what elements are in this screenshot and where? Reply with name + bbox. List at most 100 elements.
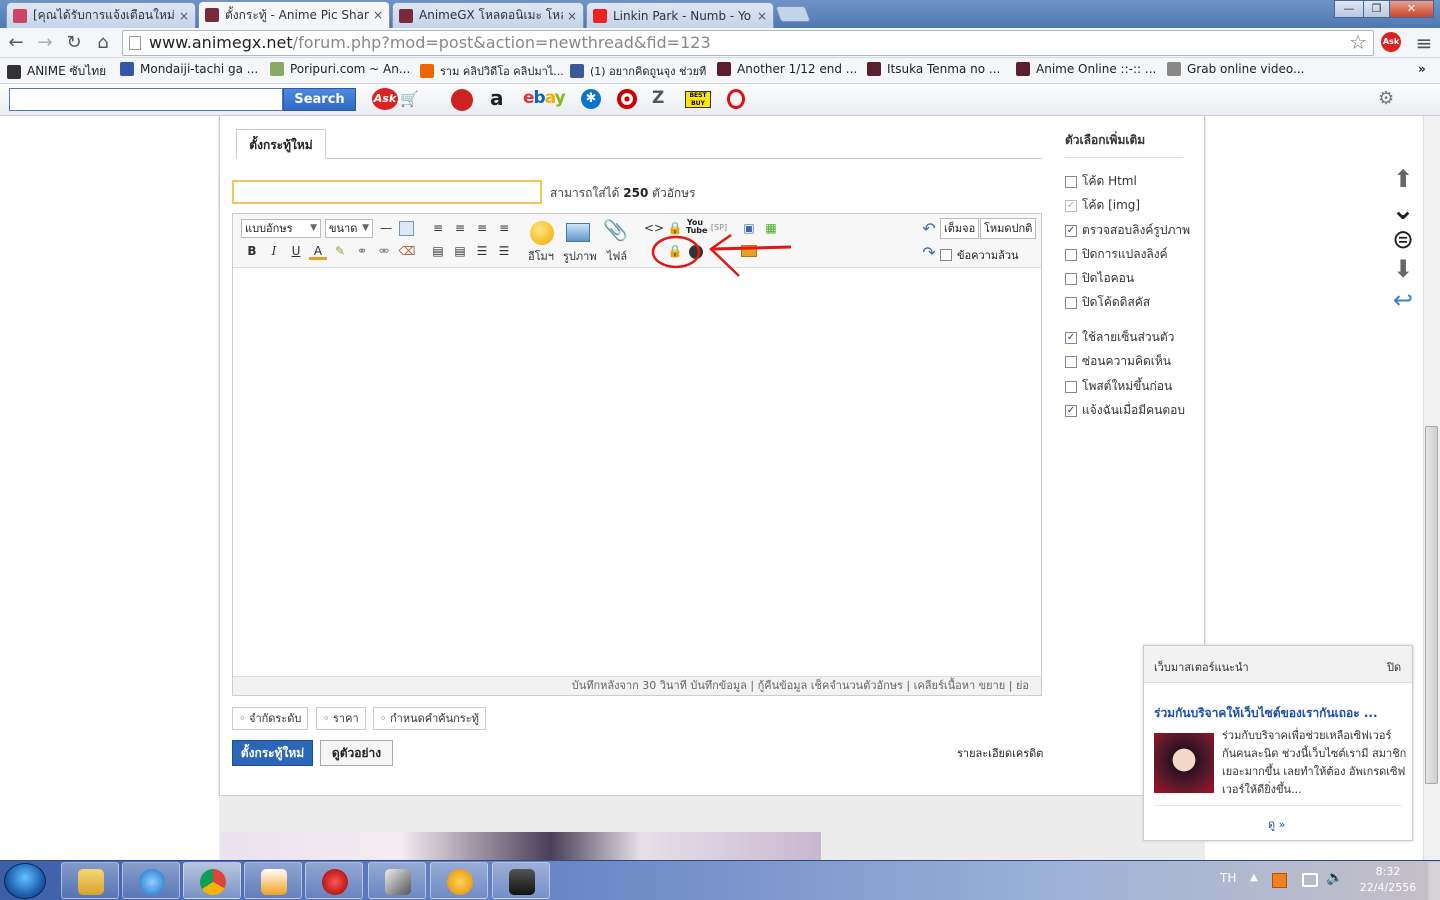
bookmark-item[interactable]: Mondaiji-tachi ga ...: [120, 62, 258, 76]
bold-icon[interactable]: B: [243, 242, 261, 260]
list-menu-icon[interactable]: ⊜: [1387, 225, 1419, 255]
scrollbar-thumb[interactable]: [1425, 426, 1438, 784]
option-row[interactable]: ปิดไอคอน: [1065, 269, 1134, 288]
file-label[interactable]: ไฟล์: [607, 247, 627, 265]
home-button[interactable]: ⌂: [91, 31, 115, 55]
float-left-icon[interactable]: ▤: [429, 242, 447, 260]
plain-text-option[interactable]: ข้อความล้วน: [940, 246, 1019, 264]
amazon-icon[interactable]: a: [490, 86, 504, 110]
target-icon[interactable]: [617, 89, 637, 109]
image-icon[interactable]: [566, 223, 590, 242]
option-row[interactable]: ✓ โค้ด [img]: [1065, 196, 1140, 215]
reload-button[interactable]: ↻: [62, 31, 86, 55]
bookmark-item[interactable]: Another 1/12 end ...: [717, 62, 857, 76]
tray-clock[interactable]: 8:32 22/4/2556: [1356, 864, 1420, 896]
option-checkbox[interactable]: [1065, 272, 1077, 285]
popup-close-button[interactable]: ปิด: [1387, 658, 1401, 676]
chip-price[interactable]: ◦ ราคา: [316, 707, 366, 730]
ordered-list-icon[interactable]: ☰: [473, 242, 491, 260]
fullscreen-button[interactable]: เต็มจอ: [940, 218, 980, 239]
forward-button[interactable]: →: [33, 31, 57, 55]
bookmark-item[interactable]: ANIME ซับไทย: [7, 62, 106, 81]
taskbar-app-swirl[interactable]: [368, 862, 426, 899]
option-row[interactable]: ปิดการแปลงลิงค์: [1065, 245, 1168, 264]
align-right-icon[interactable]: ≡: [495, 219, 513, 237]
underline-icon[interactable]: U: [287, 242, 305, 260]
tray-expand-icon[interactable]: ▲: [1250, 872, 1258, 883]
bookmark-item[interactable]: Grab online video...: [1167, 62, 1304, 76]
option-row[interactable]: ซ่อนความคิดเห็น: [1065, 352, 1171, 371]
option-row[interactable]: ✓ ตรวจสอบลิงค์รูปภาพ: [1065, 221, 1190, 240]
italic-icon[interactable]: I: [265, 242, 283, 260]
plain-text-checkbox[interactable]: [940, 249, 952, 261]
option-checkbox[interactable]: [1065, 175, 1077, 188]
preview-button[interactable]: ดูตัวอย่าง: [320, 740, 393, 766]
option-checkbox[interactable]: [1065, 296, 1077, 309]
start-button[interactable]: [4, 863, 46, 899]
tab-new-thread[interactable]: ตั้งกระทู้ - Anime Pic Shar ×: [198, 1, 390, 28]
clear-format-icon[interactable]: ⌫: [398, 242, 416, 260]
close-icon[interactable]: ×: [373, 8, 383, 22]
bookmark-item[interactable]: ราม คลิปวิดีโอ คลิปมาไ...: [420, 62, 564, 80]
bestbuy-icon[interactable]: BEST BUY: [685, 91, 711, 108]
editor-status-bar[interactable]: บันทึกหลังจาก 30 วินาที บันทึกข้อมูล | ก…: [233, 676, 1041, 695]
bookmark-item[interactable]: Itsuka Tenma no ...: [867, 62, 1000, 76]
option-checkbox[interactable]: [1065, 355, 1077, 368]
show-desktop-button[interactable]: [1428, 862, 1440, 900]
normal-mode-button[interactable]: โหมดปกติ: [980, 218, 1037, 239]
align-center-icon[interactable]: ≡: [473, 219, 491, 237]
popup-article-link[interactable]: ร่วมกันบริจาคให้เว็บไซต์ของเรากันเถอะ ..…: [1154, 704, 1378, 723]
option-checkbox[interactable]: ✓: [1065, 199, 1077, 212]
taskbar-media[interactable]: [244, 862, 302, 899]
paperclip-icon[interactable]: 📎: [603, 220, 628, 245]
taskbar-app-fish[interactable]: [430, 862, 488, 899]
ask-search-button[interactable]: Search: [283, 88, 356, 111]
tray-network-icon[interactable]: [1302, 873, 1318, 887]
emoticon-icon[interactable]: [530, 221, 554, 245]
minimize-button[interactable]: —: [1334, 0, 1364, 18]
bookmark-item[interactable]: Anime Online ::-:: ...: [1016, 62, 1156, 76]
popup-more-link[interactable]: ดู »: [1268, 815, 1285, 833]
option-row[interactable]: ปิดโค้ดดิสคัส: [1065, 293, 1150, 312]
option-checkbox[interactable]: ✓: [1065, 331, 1077, 344]
option-row[interactable]: โค้ด Html: [1065, 172, 1137, 191]
option-row[interactable]: ✓ แจ้งฉันเมื่อมีคนตอบ: [1065, 401, 1185, 420]
scroll-bottom-icon[interactable]: ⬇: [1387, 254, 1419, 284]
cart-icon[interactable]: 🛒: [400, 90, 419, 108]
maximize-button[interactable]: ❐: [1363, 0, 1390, 18]
option-row[interactable]: โพสต์ใหม่ขึ้นก่อน: [1065, 377, 1172, 396]
tab-notifications[interactable]: [คุณได้รับการแจ้งเตือนใหม่]A ×: [6, 2, 196, 28]
option-row[interactable]: ✓ ใช้ลายเซ็นส่วนตัว: [1065, 328, 1174, 347]
taskbar-ie[interactable]: [122, 862, 180, 899]
align-left-icon[interactable]: ≡: [429, 219, 447, 237]
post-thread-button[interactable]: ตั้งกระทู้ใหม่: [232, 740, 313, 766]
image-label[interactable]: รูปภาพ: [563, 247, 597, 265]
address-bar[interactable]: www.animegx.net/forum.php?mod=post&actio…: [122, 30, 1374, 56]
font-select[interactable]: แบบอักษร ▼: [241, 219, 321, 238]
taskbar-app-red[interactable]: [305, 862, 363, 899]
back-button[interactable]: ←: [4, 31, 28, 55]
table-icon[interactable]: [399, 221, 414, 236]
taskbar-chrome[interactable]: [183, 862, 241, 899]
credit-details-link[interactable]: รายละเอียดเครดิต: [957, 744, 1043, 762]
size-select[interactable]: ขนาด ▼: [325, 219, 373, 238]
window-close-button[interactable]: ✕: [1389, 0, 1434, 18]
bullet-list-icon[interactable]: ☰: [495, 242, 513, 260]
option-checkbox[interactable]: [1065, 248, 1077, 261]
align-justify-icon[interactable]: ≡: [451, 219, 469, 237]
link-icon[interactable]: ⚭: [353, 242, 371, 260]
undo-icon[interactable]: ↶: [920, 220, 938, 238]
bookmark-item[interactable]: (1) อยากคิดถูนจุง ช่วยที: [570, 62, 706, 80]
tab-animegx[interactable]: AnimeGX โหลดอนิเมะ โหล ×: [392, 2, 584, 28]
opera-icon[interactable]: [727, 89, 745, 109]
option-checkbox[interactable]: [1065, 380, 1077, 393]
tab-youtube[interactable]: Linkin Park - Numb - Yo ×: [586, 2, 774, 28]
zappos-icon[interactable]: Z: [652, 88, 664, 108]
menu-icon[interactable]: ≡: [1412, 31, 1436, 55]
ebay-icon[interactable]: ebay: [523, 88, 566, 108]
close-icon[interactable]: ×: [567, 9, 577, 23]
unlink-icon[interactable]: ⚮: [375, 242, 393, 260]
star-icon[interactable]: ☆: [1349, 30, 1367, 54]
new-thread-tab[interactable]: ตั้งกระทู้ใหม่: [236, 129, 326, 159]
close-icon[interactable]: ×: [757, 9, 767, 23]
